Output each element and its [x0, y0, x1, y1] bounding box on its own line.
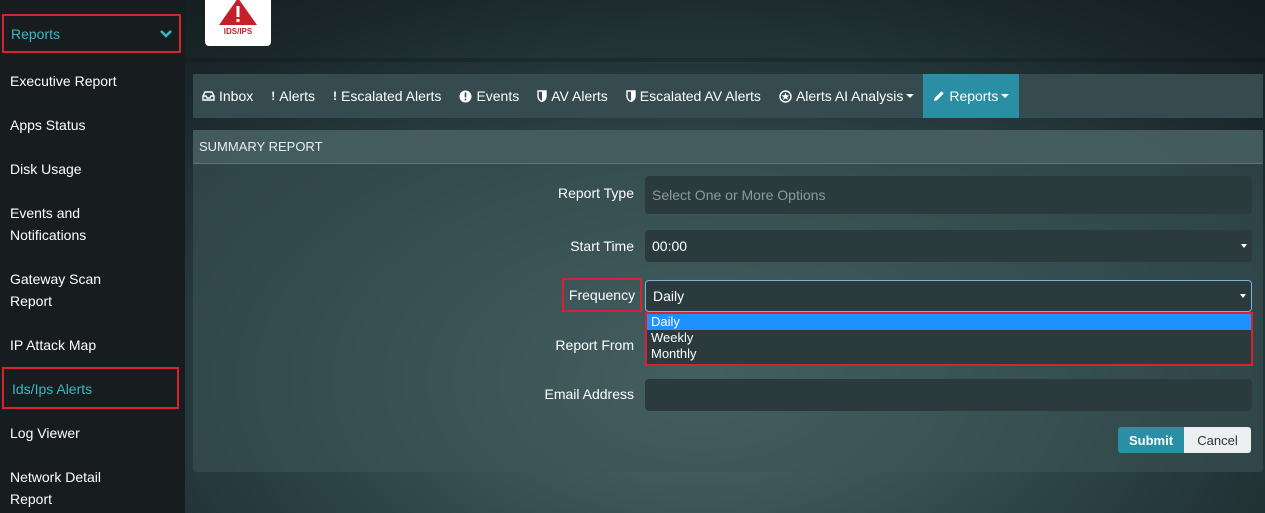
cancel-button[interactable]: Cancel — [1184, 427, 1251, 453]
tab-label: Alerts AI Analysis — [795, 88, 904, 104]
sidebar-reports-header[interactable]: Reports — [2, 14, 181, 53]
caret-down-icon — [906, 94, 915, 98]
tab-label: Events — [476, 88, 520, 104]
summary-report-panel: SUMMARY REPORT Report Type Select One or… — [193, 130, 1263, 472]
frequency-select[interactable]: Daily — [645, 280, 1252, 312]
frequency-dropdown: Daily Weekly Monthly — [645, 312, 1253, 366]
tab-reports[interactable]: Reports — [923, 74, 1020, 118]
panel-title: SUMMARY REPORT — [193, 130, 1263, 164]
frequency-label-highlight: Frequency — [562, 278, 642, 312]
caret-down-icon — [1001, 94, 1010, 98]
header-divider — [185, 58, 1265, 62]
sidebar-item-label: Report — [10, 293, 53, 309]
chevron-down-icon — [160, 29, 172, 38]
gear-badge-icon — [779, 89, 792, 103]
frequency-option-daily[interactable]: Daily — [647, 314, 1251, 330]
report-from-label: Report From — [555, 337, 634, 353]
warning-triangle-icon — [219, 0, 257, 25]
email-address-label: Email Address — [544, 386, 634, 402]
sidebar-item-label: Executive Report — [10, 73, 117, 89]
sidebar-item-label: Ids/Ips Alerts — [12, 381, 93, 397]
sidebar-item-network-detail-report[interactable]: Network Detail Report — [0, 466, 185, 510]
sidebar-reports-label: Reports — [11, 25, 61, 42]
start-time-label: Start Time — [570, 238, 634, 254]
report-type-placeholder: Select One or More Options — [652, 187, 826, 203]
start-time-select[interactable]: 00:00 — [645, 230, 1252, 262]
logo-text: IDS/IPS — [223, 27, 253, 36]
start-time-value: 00:00 — [652, 238, 688, 254]
nav-tabs: Inbox ! Alerts ! Escalated Alerts Events… — [193, 74, 1263, 118]
sidebar-item-apps-status[interactable]: Apps Status — [0, 114, 185, 136]
tab-events[interactable]: Events — [450, 74, 528, 118]
pencil-icon — [933, 90, 945, 102]
tab-label: AV Alerts — [551, 88, 608, 104]
sidebar-item-events-notifications[interactable]: Events and Notifications — [0, 202, 185, 246]
sidebar-item-gateway-scan-report[interactable]: Gateway Scan Report — [0, 268, 185, 312]
submit-button[interactable]: Submit — [1118, 427, 1184, 453]
tab-label: Alerts — [279, 88, 316, 104]
tab-label: Reports — [949, 88, 999, 104]
sidebar-item-executive-report[interactable]: Executive Report — [0, 70, 185, 92]
tab-label: Inbox — [219, 88, 254, 104]
shield-icon — [626, 90, 636, 102]
inbox-icon — [202, 91, 215, 101]
sidebar-item-label: IP Attack Map — [10, 337, 97, 353]
ids-ips-logo: IDS/IPS — [205, 0, 271, 46]
shield-icon — [537, 90, 547, 102]
caret-down-icon — [1240, 294, 1246, 298]
sidebar: Reports Executive Report Apps Status Dis… — [0, 0, 185, 513]
tab-av-alerts[interactable]: AV Alerts — [528, 74, 617, 118]
exclamation-icon: ! — [333, 89, 338, 103]
frequency-option-weekly[interactable]: Weekly — [647, 330, 1251, 346]
tab-escalated-av-alerts[interactable]: Escalated AV Alerts — [617, 74, 770, 118]
sidebar-item-ids-ips-alerts[interactable]: Ids/Ips Alerts — [2, 367, 179, 409]
sidebar-item-label: Events and — [10, 205, 81, 221]
email-address-input[interactable] — [645, 379, 1252, 411]
frequency-option-monthly[interactable]: Monthly — [647, 346, 1251, 362]
report-type-multiselect[interactable]: Select One or More Options — [645, 176, 1252, 214]
frequency-label: Frequency — [568, 287, 636, 303]
frequency-value: Daily — [653, 288, 685, 304]
sidebar-item-log-viewer[interactable]: Log Viewer — [0, 422, 185, 444]
caret-down-icon — [1241, 244, 1247, 248]
tab-alerts-ai-analysis[interactable]: Alerts AI Analysis — [770, 74, 923, 118]
sidebar-item-label: Log Viewer — [10, 425, 80, 441]
sidebar-item-label: Notifications — [10, 227, 87, 243]
report-type-label: Report Type — [557, 185, 634, 201]
tab-escalated-alerts[interactable]: ! Escalated Alerts — [324, 74, 450, 118]
sidebar-item-label: Network Detail — [10, 469, 102, 485]
sidebar-item-disk-usage[interactable]: Disk Usage — [0, 158, 185, 180]
sidebar-item-ip-attack-map[interactable]: IP Attack Map — [0, 334, 185, 356]
tab-label: Escalated AV Alerts — [639, 88, 761, 104]
exclamation-circle-icon — [459, 90, 472, 103]
sidebar-item-label: Report — [10, 491, 53, 507]
tab-label: Escalated Alerts — [341, 88, 442, 104]
tab-alerts[interactable]: ! Alerts — [262, 74, 324, 118]
sidebar-item-label: Apps Status — [10, 117, 86, 133]
sidebar-item-label: Gateway Scan — [10, 271, 102, 287]
sidebar-item-label: Disk Usage — [10, 161, 82, 177]
tab-inbox[interactable]: Inbox — [193, 74, 262, 118]
exclamation-icon: ! — [271, 89, 276, 103]
